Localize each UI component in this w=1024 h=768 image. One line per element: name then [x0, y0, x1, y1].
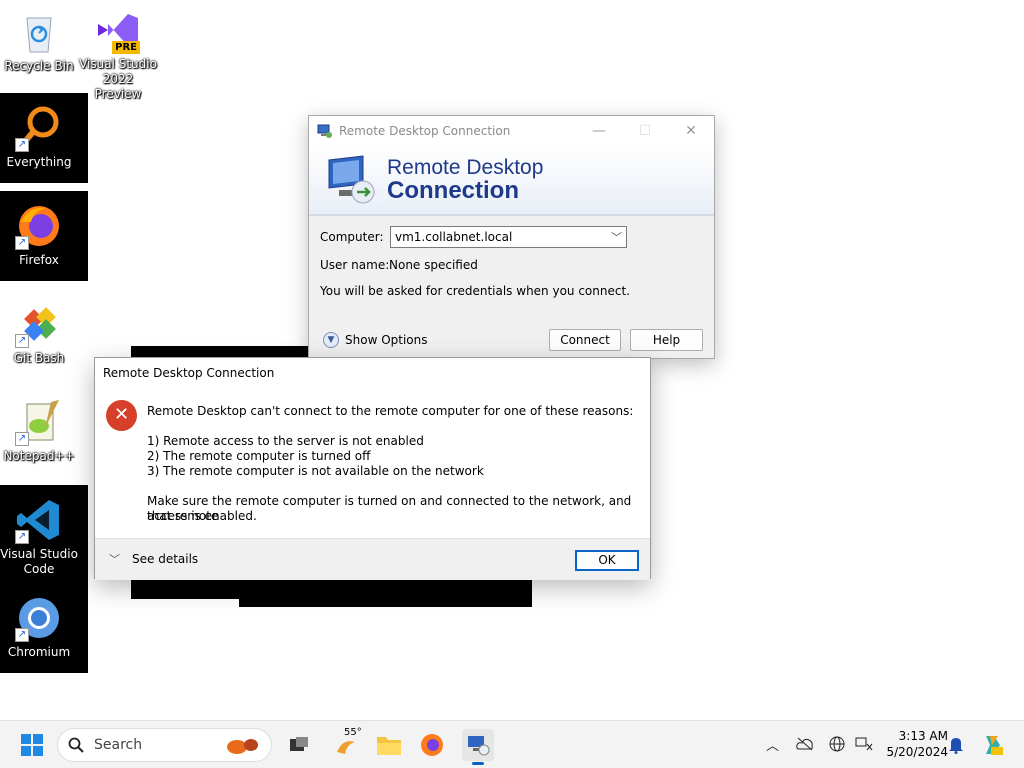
credentials-note: You will be asked for credentials when y…: [320, 284, 630, 298]
language-globe-icon[interactable]: [829, 736, 845, 752]
maximize-button: ☐: [638, 123, 652, 139]
error-advice: access is enabled.: [147, 509, 257, 523]
shortcut-arrow-icon: ↗: [15, 236, 29, 250]
error-icon: ✕: [106, 400, 137, 431]
computer-combobox[interactable]: vm1.collabnet.local ﹀: [390, 226, 627, 248]
redacted-block: [131, 578, 241, 599]
error-dialog: Remote Desktop Connection ✕ Remote Deskt…: [94, 357, 651, 580]
active-indicator: [472, 762, 484, 765]
firefox-icon: ↗: [15, 202, 63, 250]
shortcut-arrow-icon: ↗: [15, 138, 29, 152]
git-bash-icon: ↗: [15, 300, 63, 348]
chevron-down-icon[interactable]: ﹀: [109, 551, 120, 567]
folder-icon: [377, 737, 401, 755]
copilot-icon[interactable]: [980, 733, 1004, 757]
username-label: User name:: [320, 258, 390, 272]
taskbar: Search 55° ︿ 3:13 AM 5/20/2024: [0, 720, 1024, 768]
desktop-icon-label: Notepad++: [3, 449, 75, 463]
error-dialog-footer: ﹀ See details OK: [95, 538, 650, 580]
weather-widget[interactable]: 55°: [330, 727, 362, 761]
username-value: None specified: [389, 258, 478, 272]
search-label: Search: [94, 737, 143, 753]
task-view-button[interactable]: [283, 729, 315, 761]
redacted-block: [239, 578, 532, 607]
remote-desktop-icon: [468, 736, 490, 756]
notification-bell-icon[interactable]: [948, 736, 964, 754]
file-explorer-button[interactable]: [373, 729, 405, 761]
desktop-icon-label: Firefox: [19, 253, 59, 267]
chevron-down-icon[interactable]: ﹀: [611, 229, 622, 245]
chevron-up-icon[interactable]: ︿: [766, 735, 779, 754]
vscode-icon: ↗: [15, 496, 63, 544]
reason-item: 2) The remote computer is turned off: [147, 449, 371, 463]
rdc-app-icon: [317, 124, 332, 138]
firefox-icon: [421, 734, 443, 756]
weather-temp: 55°: [344, 727, 362, 738]
desktop-icon-label: Visual Studio 2022 Preview: [79, 57, 157, 101]
see-details-link[interactable]: See details: [132, 552, 198, 566]
network-icon[interactable]: [855, 736, 873, 752]
close-button[interactable]: ✕: [668, 116, 714, 146]
error-message: Remote Desktop can't connect to the remo…: [147, 404, 634, 418]
rdc-taskbar-button[interactable]: [462, 729, 494, 765]
reason-item: 3) The remote computer is not available …: [147, 464, 484, 478]
remote-desktop-icon: [325, 154, 377, 206]
desktop-icon-chromium[interactable]: ↗ Chromium: [0, 594, 78, 660]
clock-time: 3:13 AM: [898, 729, 948, 743]
windows-logo-icon: [21, 734, 43, 756]
visual-studio-icon: PRE: [94, 6, 142, 54]
search-icon: [68, 737, 84, 753]
desktop-icon-label: Git Bash: [13, 351, 65, 365]
computer-label: Computer:: [320, 230, 384, 244]
shortcut-arrow-icon: ↗: [15, 334, 29, 348]
help-button[interactable]: Help: [630, 329, 703, 351]
recycle-bin-icon: [15, 8, 63, 56]
desktop-icon-recycle-bin[interactable]: Recycle Bin: [0, 8, 78, 74]
rdc-banner: Remote Desktop Connection: [309, 146, 714, 216]
onedrive-offline-icon[interactable]: [796, 737, 814, 751]
shortcut-arrow-icon: ↗: [15, 530, 29, 544]
desktop-icon-git-bash[interactable]: ↗ Git Bash: [0, 300, 78, 366]
rdc-window: Remote Desktop Connection — ☐ ✕ Remote D…: [308, 115, 715, 359]
error-dialog-titlebar[interactable]: Remote Desktop Connection: [95, 358, 650, 388]
firefox-taskbar-button[interactable]: [416, 729, 448, 761]
clock-date: 5/20/2024: [886, 745, 948, 759]
minimize-button[interactable]: —: [576, 116, 622, 146]
desktop-icon-label: Chromium: [7, 645, 71, 659]
taskbar-clock[interactable]: 3:13 AM 5/20/2024: [878, 728, 948, 760]
desktop-icon-label: Recycle Bin: [4, 59, 74, 73]
show-options-link[interactable]: Show Options: [345, 333, 428, 347]
banner-line1: Remote Desktop: [387, 156, 544, 179]
start-button[interactable]: [16, 729, 48, 761]
desktop-icon-label: Visual Studio Code: [0, 547, 78, 576]
ok-button[interactable]: OK: [575, 550, 639, 571]
reason-item: 1) Remote access to the server is not en…: [147, 434, 424, 448]
desktop-icon-vscode[interactable]: ↗ Visual Studio Code: [0, 496, 78, 577]
taskbar-search[interactable]: Search: [57, 728, 272, 762]
shortcut-arrow-icon: ↗: [15, 432, 29, 446]
connect-button[interactable]: Connect: [549, 329, 621, 351]
pre-badge: PRE: [112, 41, 140, 54]
banner-line2: Connection: [387, 177, 519, 204]
desktop-icon-everything[interactable]: ↗ Everything: [0, 104, 78, 170]
error-dialog-title: Remote Desktop Connection: [103, 366, 275, 380]
everything-icon: ↗: [15, 104, 63, 152]
notepad-plus-icon: ↗: [15, 398, 63, 446]
chromium-icon: ↗: [15, 594, 63, 642]
desktop-icon-notepad-plus[interactable]: ↗ Notepad++: [0, 398, 78, 464]
computer-value: vm1.collabnet.local: [395, 230, 513, 244]
desktop-icon-label: Everything: [6, 155, 72, 169]
chevron-down-circle-icon[interactable]: ▼: [323, 332, 339, 348]
rdc-window-title: Remote Desktop Connection: [339, 124, 511, 138]
task-view-icon: [290, 737, 308, 751]
desktop-icon-visual-studio[interactable]: PRE Visual Studio 2022 Preview: [79, 6, 157, 102]
desktop-icon-firefox[interactable]: ↗ Firefox: [0, 202, 78, 268]
shortcut-arrow-icon: ↗: [15, 628, 29, 642]
search-highlight-icon: [227, 739, 258, 754]
